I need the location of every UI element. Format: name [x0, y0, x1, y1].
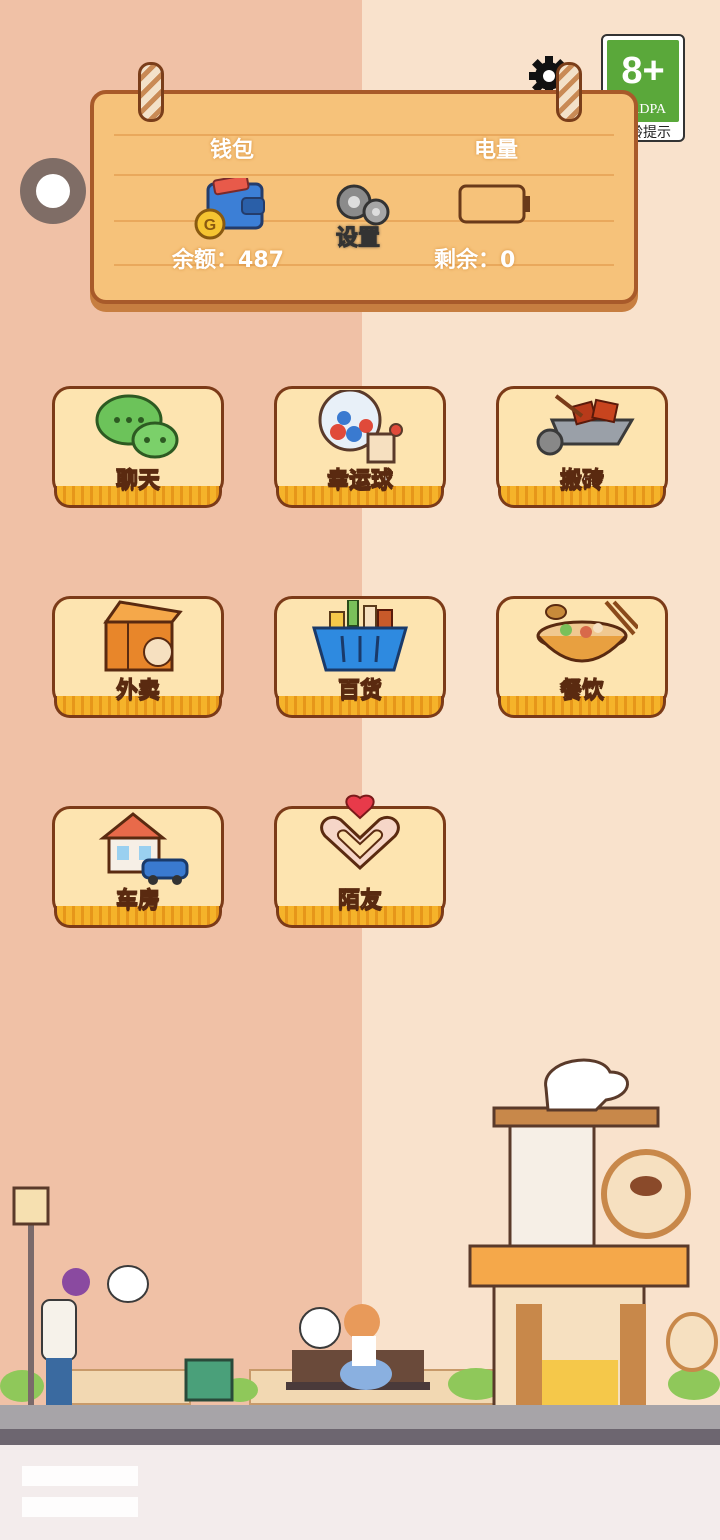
app-tile-department-store[interactable]: 百货: [274, 596, 446, 720]
app-tile-dining[interactable]: 餐饮: [496, 596, 668, 720]
sidewalk: [0, 1405, 720, 1429]
app-label-department-store: 百货: [337, 678, 382, 704]
lottery-ball-icon: [274, 390, 446, 466]
floating-assistive-button[interactable]: [20, 158, 86, 224]
battery-label: 电量: [474, 138, 519, 163]
chat-icon: [52, 390, 224, 466]
balance-display: 余额：487: [172, 242, 284, 274]
settings-button[interactable]: 设置: [330, 182, 394, 252]
app-tile-lucky-ball[interactable]: 幸运球: [274, 386, 446, 510]
battery-icon: [458, 182, 534, 226]
app-tile-delivery[interactable]: 外卖: [52, 596, 224, 720]
delivery-box-icon: [52, 600, 224, 676]
remaining-label: 剩余：: [434, 248, 501, 273]
food-bowl-icon: [496, 600, 668, 676]
remaining-display: 剩余：0: [434, 242, 515, 274]
balance-label: 余额：: [172, 248, 239, 273]
svg-text:G: G: [204, 217, 216, 234]
wheelbarrow-icon: [496, 390, 668, 466]
heart-hands-icon: [274, 794, 446, 886]
balance-value: 487: [238, 248, 284, 273]
nav-placeholder-bar: [22, 1497, 138, 1517]
curb: [0, 1429, 720, 1445]
wood-grain: [114, 134, 614, 136]
bottom-area: [0, 1445, 720, 1540]
shopping-basket-icon: [274, 600, 446, 676]
settings-label: 设置: [335, 226, 381, 252]
app-tile-stranger-friend[interactable]: 陌友: [274, 794, 446, 930]
app-tile-car-house[interactable]: 车房: [52, 806, 224, 930]
street-scene: [0, 1020, 720, 1445]
app-label-lucky-ball: 幸运球: [326, 468, 393, 494]
app-label-chat: 聊天: [115, 468, 160, 494]
sign-nail-left: [138, 62, 164, 122]
app-label-car-house: 车房: [115, 888, 160, 914]
house-car-icon: [52, 810, 224, 886]
remaining-value: 0: [500, 248, 516, 273]
nav-placeholder-bar: [22, 1466, 138, 1486]
app-tile-chat[interactable]: 聊天: [52, 386, 224, 510]
app-label-stranger-friend: 陌友: [337, 888, 382, 914]
age-rating-number: 8+: [621, 50, 665, 92]
app-label-brick: 搬砖: [559, 468, 604, 494]
status-sign: 钱包 电量 G 设置 余额：487 剩余：0: [90, 90, 638, 304]
app-tile-brick[interactable]: 搬砖: [496, 386, 668, 510]
sign-nail-right: [556, 62, 582, 122]
wallet-icon[interactable]: G: [190, 174, 270, 242]
wood-grain: [114, 174, 614, 176]
app-label-delivery: 外卖: [115, 678, 160, 704]
wallet-label: 钱包: [210, 138, 255, 163]
app-label-dining: 餐饮: [559, 678, 604, 704]
